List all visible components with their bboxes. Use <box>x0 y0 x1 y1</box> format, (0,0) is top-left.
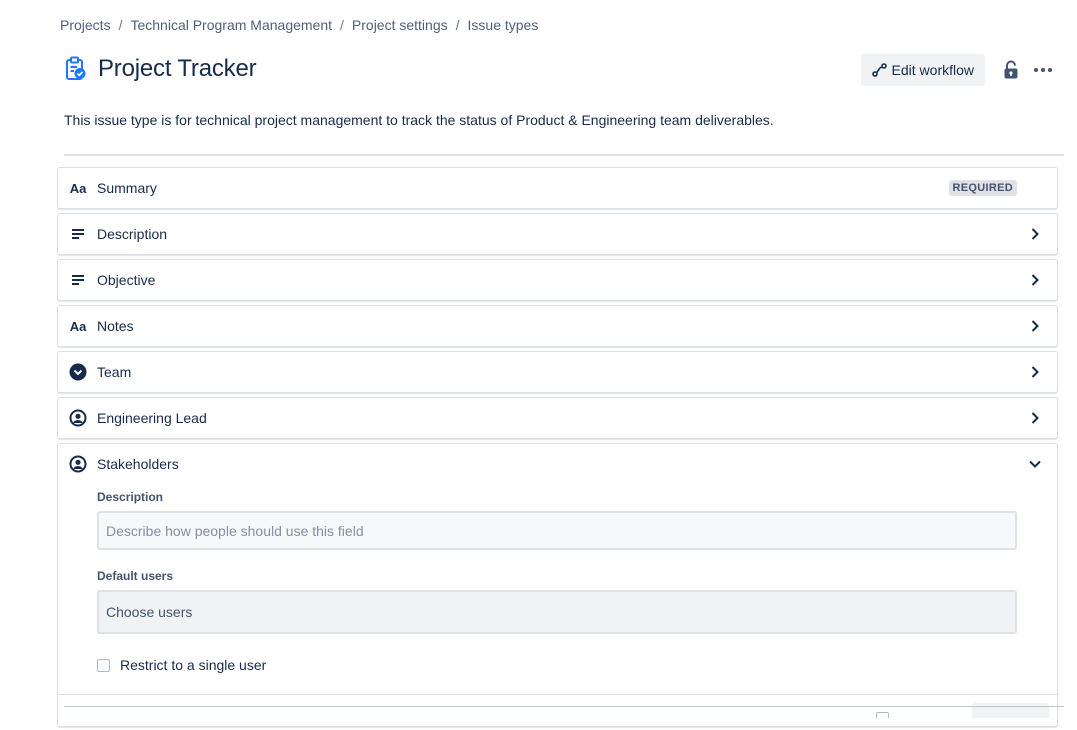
field-label: Stakeholders <box>97 456 179 472</box>
field-label: Team <box>97 364 132 380</box>
chevron-right-icon[interactable] <box>1027 410 1043 426</box>
restrict-single-user-row: Restrict to a single user <box>97 655 1017 675</box>
short-text-icon: Aa <box>69 180 87 196</box>
required-checkbox[interactable] <box>876 712 889 718</box>
paragraph-icon <box>69 271 87 289</box>
unlock-icon[interactable] <box>995 54 1027 86</box>
bottom-divider <box>64 706 1064 707</box>
field-list: Aa Summary REQUIRED Description Objectiv… <box>57 167 1058 730</box>
chevron-down-icon[interactable] <box>1027 456 1043 472</box>
field-stakeholders: Stakeholders Description Default users C… <box>57 443 1058 727</box>
issue-type-description: This issue type is for technical project… <box>64 112 774 128</box>
breadcrumb-project[interactable]: Technical Program Management <box>130 17 332 33</box>
default-users-label: Default users <box>97 569 174 583</box>
chevron-right-icon[interactable] <box>1027 226 1043 242</box>
required-badge: REQUIRED <box>948 180 1017 196</box>
description-label: Description <box>97 490 164 504</box>
issue-type-clipboard-check-icon <box>64 55 88 83</box>
title-row: Project Tracker <box>64 55 257 83</box>
field-notes[interactable]: Aa Notes <box>57 305 1058 347</box>
breadcrumb-issue-types[interactable]: Issue types <box>468 17 539 33</box>
breadcrumb-project-settings[interactable]: Project settings <box>352 17 448 33</box>
stakeholders-header[interactable]: Stakeholders <box>58 444 1057 484</box>
field-team[interactable]: Team <box>57 351 1058 393</box>
chevron-right-icon[interactable] <box>1027 364 1043 380</box>
divider <box>64 154 1064 156</box>
breadcrumb-separator: / <box>455 17 460 33</box>
edit-workflow-button[interactable]: Edit workflow <box>860 54 985 86</box>
field-objective[interactable]: Objective <box>57 259 1058 301</box>
more-horizontal-icon[interactable] <box>1027 54 1059 86</box>
select-dropdown-icon <box>69 363 87 381</box>
stakeholders-config: Description Default users Choose users R… <box>58 484 1057 718</box>
field-summary[interactable]: Aa Summary REQUIRED <box>57 167 1058 209</box>
page-title: Project Tracker <box>98 55 257 82</box>
chevron-right-icon[interactable] <box>1027 318 1043 334</box>
field-label: Notes <box>97 318 134 334</box>
field-label: Objective <box>97 272 156 288</box>
paragraph-icon <box>69 225 87 243</box>
restrict-single-user-label: Restrict to a single user <box>120 657 267 673</box>
breadcrumb: Projects / Technical Program Management … <box>60 17 538 33</box>
field-label: Description <box>97 226 168 242</box>
user-picker-icon <box>69 455 87 473</box>
field-label: Engineering Lead <box>97 410 207 426</box>
short-text-icon: Aa <box>69 318 87 334</box>
field-description[interactable]: Description <box>57 213 1058 255</box>
breadcrumb-separator: / <box>118 17 123 33</box>
header-actions: Edit workflow <box>860 54 1059 86</box>
description-field[interactable] <box>97 511 1017 550</box>
chevron-right-icon[interactable] <box>1027 272 1043 288</box>
edit-workflow-label: Edit workflow <box>891 62 974 78</box>
field-engineering-lead[interactable]: Engineering Lead <box>57 397 1058 439</box>
workflow-icon <box>871 63 887 77</box>
restrict-single-user-checkbox[interactable] <box>97 658 110 672</box>
breadcrumb-separator: / <box>340 17 344 33</box>
breadcrumb-projects[interactable]: Projects <box>60 17 111 33</box>
field-label: Summary <box>97 180 157 196</box>
default-users-select[interactable]: Choose users <box>97 590 1017 634</box>
default-users-placeholder: Choose users <box>106 604 193 620</box>
user-picker-icon <box>69 409 87 427</box>
